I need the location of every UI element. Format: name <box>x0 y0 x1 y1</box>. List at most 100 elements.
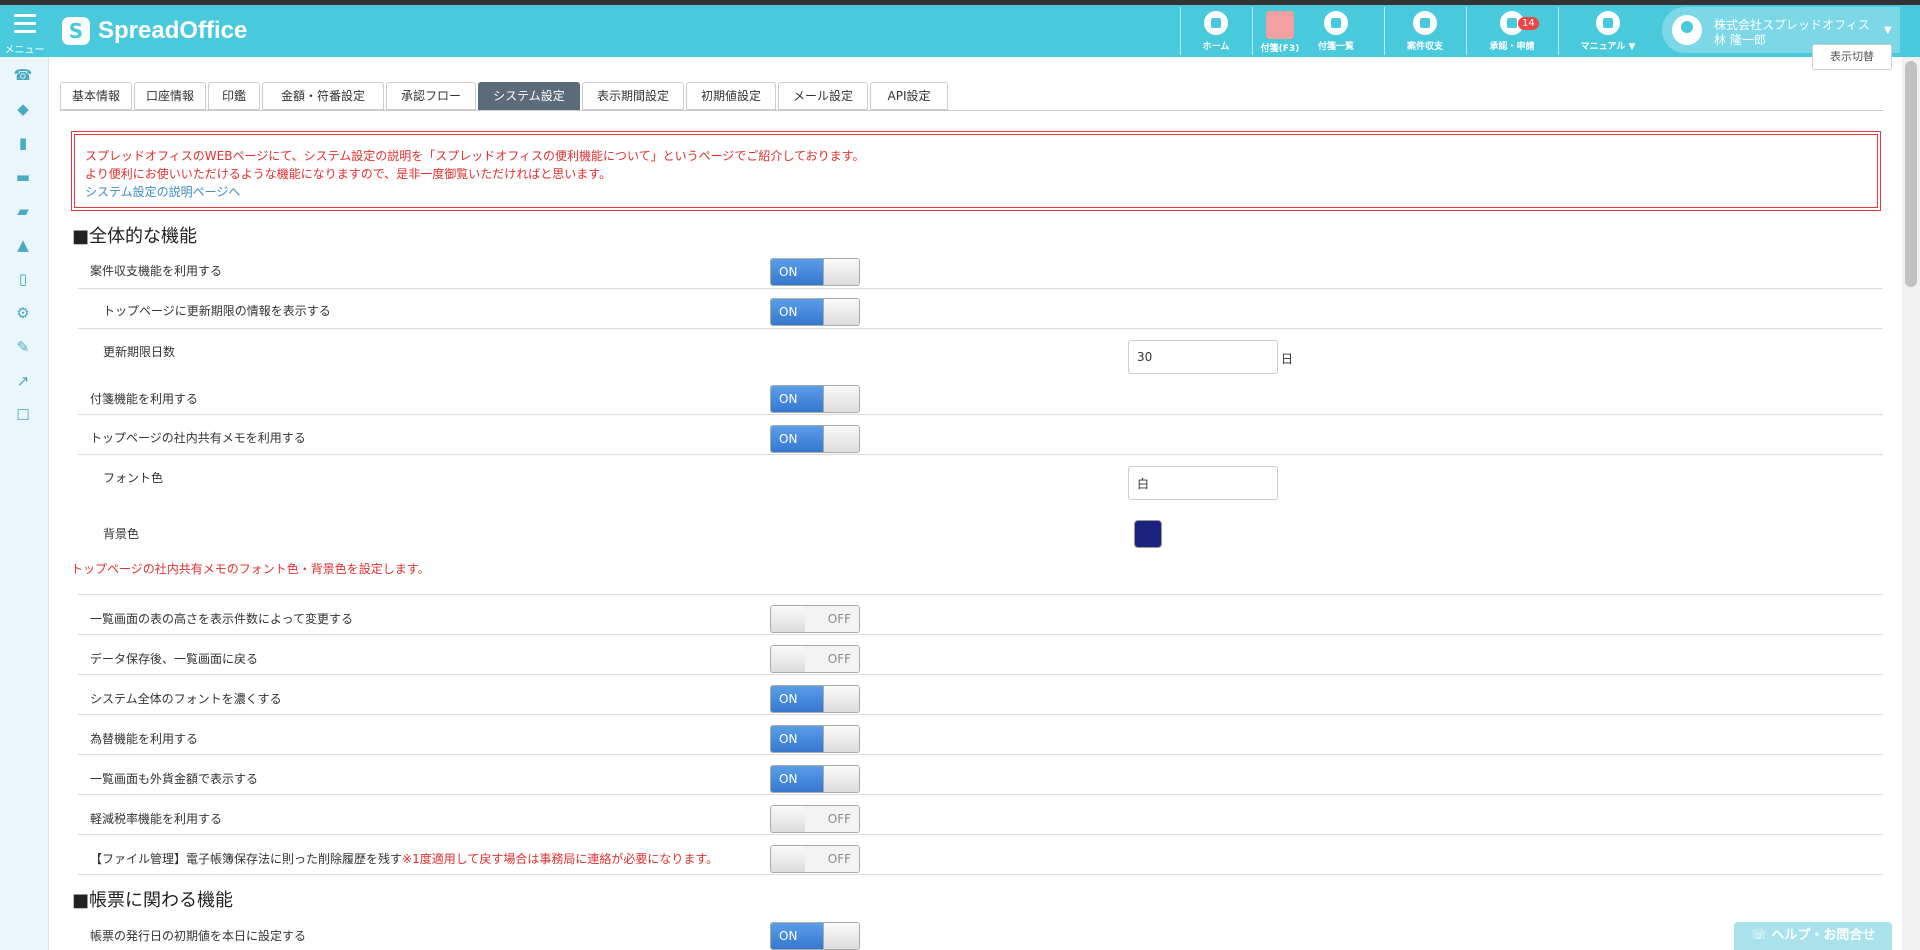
scrollbar-thumb[interactable] <box>1905 61 1917 287</box>
tab-basic-info[interactable]: 基本情報 <box>60 82 132 110</box>
toggle-shared-memo[interactable]: ON <box>770 425 860 453</box>
section-title-forms: ■帳票に関わる機能 <box>72 890 234 911</box>
memo-color-note: トップページの社内共有メモのフォント色・背景色を設定します。 <box>71 562 430 576</box>
toggle-file-deletion-history[interactable]: OFF <box>770 845 860 873</box>
tab-amount-numbering[interactable]: 金額・符番設定 <box>262 82 384 110</box>
pin-icon <box>1324 11 1348 35</box>
notice-inner: スプレッドオフィスのWEBページにて、システム設定の説明を「スプレッドオフィスの… <box>74 134 1878 208</box>
wrench-icon[interactable]: ✎ <box>13 337 33 357</box>
row-label: トップページの社内共有メモを利用する <box>90 431 306 445</box>
notice-box: スプレッドオフィスのWEBページにて、システム設定の説明を「スプレッドオフィスの… <box>71 131 1881 211</box>
toggle-state: ON <box>771 386 823 412</box>
bg-color-label: 背景色 <box>103 527 140 541</box>
notice-line-1: スプレッドオフィスのWEBページにて、システム設定の説明を「スプレッドオフィスの… <box>85 149 865 163</box>
toggle-sticky-notes[interactable]: ON <box>770 385 860 413</box>
toggle-bold-font[interactable]: ON <box>770 685 860 713</box>
toggle-state: ON <box>771 259 823 285</box>
nav-manual[interactable]: マニュアル ▼ <box>1558 5 1658 57</box>
menu-button[interactable]: メニュー <box>0 5 49 57</box>
tab-display-period[interactable]: 表示期間設定 <box>582 82 684 110</box>
toggle-knob <box>823 299 859 325</box>
row-label: 一覧画面も外貨金額で表示する <box>90 772 259 786</box>
nav-sticky-list[interactable]: 付箋一覧 <box>1308 5 1364 57</box>
bg-color-swatch[interactable] <box>1134 520 1162 548</box>
toggle-state: OFF <box>805 806 859 832</box>
toggle-state: OFF <box>805 606 859 632</box>
nav-sticky-note[interactable]: 付箋(F3) <box>1252 5 1308 57</box>
system-settings-help-link[interactable]: システム設定の説明ページへ <box>85 183 240 200</box>
toggle-state: ON <box>771 426 823 452</box>
phone-icon[interactable]: ☎ <box>13 65 33 85</box>
help-label: ヘルプ・お問合せ <box>1771 928 1876 943</box>
gear-icon[interactable]: ⚙ <box>13 303 33 323</box>
row-label: トップページに更新期限の情報を表示する <box>103 304 331 318</box>
header-nav-notes: 付箋(F3) 付箋一覧 <box>1252 5 1364 57</box>
toggle-foreign-currency[interactable]: ON <box>770 765 860 793</box>
section-title-general: ■全体的な機能 <box>72 226 198 247</box>
toggle-renewal-info[interactable]: ON <box>770 298 860 326</box>
card-icon[interactable]: ▬ <box>13 167 33 187</box>
nav-home[interactable]: ホーム <box>1180 5 1252 57</box>
external-link-icon[interactable]: ↗ <box>13 371 33 391</box>
tab-system-settings[interactable]: システム設定 <box>478 82 580 110</box>
toggle-reduced-tax[interactable]: OFF <box>770 805 860 833</box>
row-divider <box>78 834 1883 835</box>
renewal-days-unit: 日 <box>1281 352 1294 366</box>
toggle-knob <box>823 386 859 412</box>
menu-label: メニュー <box>4 45 45 56</box>
tab-default-values[interactable]: 初期値設定 <box>686 82 776 110</box>
document-icon[interactable]: ▯ <box>13 269 33 289</box>
tab-account-info[interactable]: 口座情報 <box>134 82 206 110</box>
tab-approval-flow[interactable]: 承認フロー <box>386 82 476 110</box>
toggle-knob <box>823 426 859 452</box>
toggle-knob <box>823 923 859 949</box>
chart-icon <box>1413 11 1437 35</box>
nav-project-balance[interactable]: 案件収支 <box>1384 5 1466 57</box>
row-divider <box>78 288 1883 289</box>
toggle-exchange[interactable]: ON <box>770 725 860 753</box>
checkbox-icon[interactable]: ☐ <box>13 405 33 425</box>
toggle-return-to-list[interactable]: OFF <box>770 645 860 673</box>
toggle-knob <box>771 646 806 672</box>
row-divider <box>78 594 1883 595</box>
avatar-icon <box>1672 15 1702 45</box>
toggle-state: ON <box>771 923 823 949</box>
toggle-state: ON <box>771 726 823 752</box>
renewal-days-input[interactable] <box>1128 340 1278 374</box>
tag-icon[interactable]: ◆ <box>13 99 33 119</box>
toggle-state: ON <box>771 686 823 712</box>
tab-api-settings[interactable]: API設定 <box>870 82 948 110</box>
row-label: 軽減税率機能を利用する <box>90 812 223 826</box>
folder-icon[interactable]: ▰ <box>13 201 33 221</box>
row-label: 案件収支機能を利用する <box>90 264 223 278</box>
row-label: システム全体のフォントを濃くする <box>90 692 282 706</box>
tab-mail-settings[interactable]: メール設定 <box>778 82 868 110</box>
tab-seal[interactable]: 印鑑 <box>208 82 260 110</box>
nav-approval[interactable]: 14 承認・申請 <box>1466 5 1558 57</box>
row-divider <box>78 328 1883 329</box>
bar-chart-icon[interactable]: ▮ <box>13 133 33 153</box>
display-toggle-button[interactable]: 表示切替 <box>1812 44 1892 70</box>
toggle-table-height[interactable]: OFF <box>770 605 860 633</box>
home-icon <box>1204 11 1228 35</box>
toggle-knob <box>823 686 859 712</box>
font-color-input[interactable] <box>1128 466 1278 500</box>
nav-sticky-note-label: 付箋(F3) <box>1260 44 1300 54</box>
row-divider <box>78 714 1883 715</box>
logo[interactable]: S SpreadOffice <box>62 15 247 47</box>
chevron-down-icon: ▼ <box>1884 25 1892 36</box>
row-divider <box>78 874 1883 875</box>
row-label: データ保存後、一覧画面に戻る <box>90 652 259 666</box>
app-header: メニュー S SpreadOffice ホーム 付箋(F3) 付箋一覧 案件収支 <box>0 5 1920 57</box>
toggle-issue-date-today[interactable]: ON <box>770 922 860 950</box>
font-color-label: フォント色 <box>103 471 164 485</box>
signal-icon[interactable]: ▲ <box>13 235 33 255</box>
row-divider <box>78 634 1883 635</box>
row-label: 付箋機能を利用する <box>90 392 199 406</box>
help-contact-button[interactable]: ☏ ヘルプ・お問合せ <box>1734 922 1892 950</box>
phone-icon: ☏ <box>1750 928 1772 943</box>
scrollbar[interactable] <box>1902 57 1920 950</box>
toggle-knob <box>771 846 806 872</box>
toggle-project-balance[interactable]: ON <box>770 258 860 286</box>
header-nav-home: ホーム <box>1180 5 1252 57</box>
